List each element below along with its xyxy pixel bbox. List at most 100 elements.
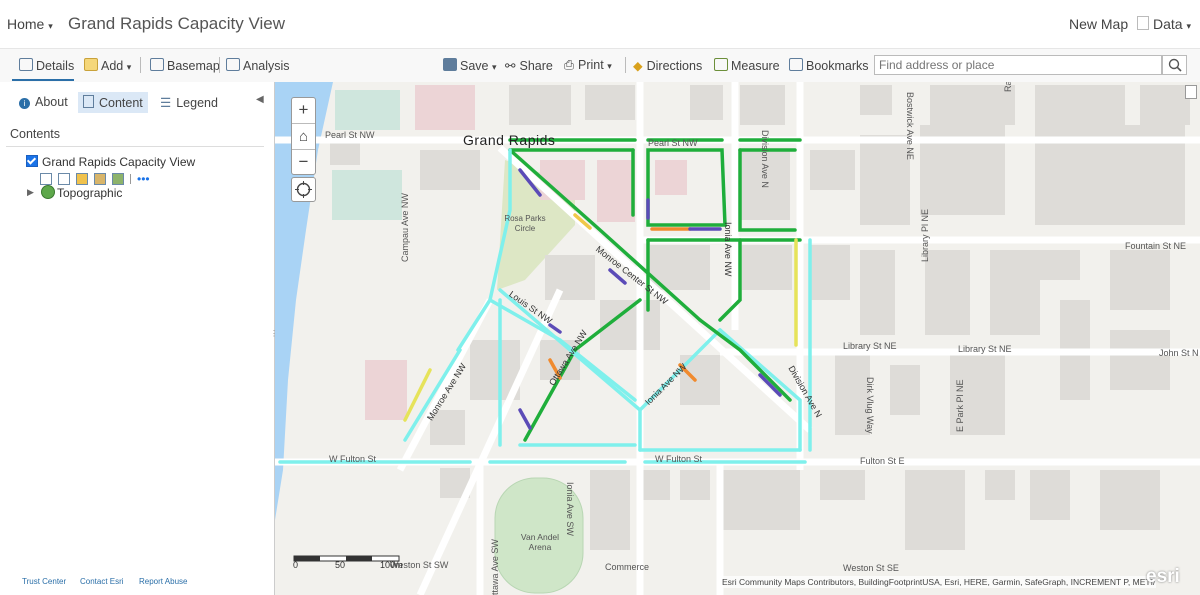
toolbar-divider [140,57,141,73]
chevron-down-icon: ▾ [607,61,612,71]
page-title: Grand Rapids Capacity View [68,14,286,33]
divider [6,146,264,147]
save-button[interactable]: Save ▾ [443,58,497,73]
park-area [332,170,402,220]
analysis-icon [226,58,240,71]
bookmarks-icon [789,58,803,71]
more-options-icon[interactable]: ••• [137,172,150,186]
print-icon: ⎙ [564,58,575,72]
analysis-button[interactable]: Analysis [226,58,290,73]
analysis-layer-icon[interactable] [112,172,124,185]
tab-about[interactable]: i About [14,92,73,112]
street-label: Library St NE [843,341,897,351]
chevron-down-icon: ▾ [491,62,497,72]
street-label: Weston St SE [843,563,899,573]
tab-content[interactable]: Content [78,92,148,113]
collapse-panel-icon[interactable]: ◀ [256,94,264,105]
chevron-down-icon: ▾ [1186,21,1191,31]
legend-icon: ☰ [160,96,172,110]
esri-logo: esri [1146,566,1180,587]
style-icon[interactable] [76,172,88,185]
home-menu[interactable]: Home ▾ [7,16,53,32]
street-label: W Fulton St [329,454,377,464]
zoom-control: + ⌂ − [291,97,316,175]
details-icon [19,58,33,71]
street-label: Fulton St E [860,456,905,466]
map-attribution: Esri Community Maps Contributors, Buildi… [718,576,1156,588]
globe-icon [41,185,55,199]
search-icon [1168,58,1182,72]
app-header: Home ▾ Grand Rapids Capacity View New Ma… [0,0,1200,48]
details-active-indicator [12,79,74,81]
park-area [335,90,400,130]
bookmarks-button[interactable]: Bookmarks [789,58,869,73]
basemap-button[interactable]: Basemap [150,58,220,73]
scale-label: 0 [293,560,299,570]
measure-button[interactable]: Measure [714,58,780,73]
toolbar: Details Add ▾ Basemap Analysis Save ▾ ⚯ S… [0,48,1200,83]
zoom-out-button[interactable]: − [292,150,315,175]
contact-esri-link[interactable]: Contact Esri [80,577,124,586]
street-label: Bostwick Ave NE [905,92,915,160]
layer-visibility-checkbox[interactable] [26,155,38,167]
scale-label: 100m [380,560,403,570]
legend-toggle-icon[interactable] [40,172,52,185]
info-icon: i [19,98,30,109]
toolbar-divider [625,57,626,73]
table-icon[interactable] [58,172,70,185]
street-label: Library St NE [958,344,1012,354]
content-icon [83,95,94,108]
measure-icon [714,58,728,71]
home-extent-button[interactable]: ⌂ [292,124,315,150]
basemap-icon [150,58,164,71]
trust-center-link[interactable]: Trust Center [22,577,66,586]
expand-arrow-icon[interactable]: ▶ [27,187,34,198]
street-label: Dirk Vlug Way [865,377,875,434]
details-button[interactable]: Details [19,58,74,73]
print-button[interactable]: ⎙ Print ▾ [564,58,612,73]
side-panel: i About Content ☰ Legend ◀ Contents Grand … [0,82,278,595]
street-label: Ottawa Ave SW [490,539,500,595]
street-label: Campau Ave NW [400,193,410,262]
street-label: Pearl St NW [648,138,698,148]
expand-map-icon[interactable] [1185,85,1197,99]
share-icon: ⚯ [505,59,516,73]
filter-icon[interactable] [94,172,106,185]
street-label: Ionia Ave NW [723,222,733,277]
report-abuse-link[interactable]: Report Abuse [139,577,187,586]
street-label: Pearl St NW [325,130,375,140]
contents-heading: Contents [10,127,61,141]
chevron-down-icon: ▾ [48,21,53,31]
add-icon [84,58,98,71]
locate-icon [295,181,312,198]
street-label: Commerce [605,562,650,572]
scale-label: 50 [335,560,346,570]
place-label: Van Andel Arena [520,532,560,552]
layer-name[interactable]: Grand Rapids Capacity View [42,155,195,169]
street-label: Library Pl NE [920,208,930,262]
home-icon: ⌂ [298,128,309,145]
street-label: John St N [1159,348,1199,358]
city-label: Grand Rapids [463,132,556,148]
directions-button[interactable]: ◆ Directions [633,58,702,73]
user-icon [1137,16,1149,30]
search-input[interactable] [874,55,1162,75]
toolbar-divider [219,57,220,73]
new-map-button[interactable]: New Map [1069,16,1128,32]
chevron-down-icon: ▾ [126,62,132,72]
add-button[interactable]: Add ▾ [84,58,131,73]
zoom-in-button[interactable]: + [292,98,315,124]
share-button[interactable]: ⚯ Share [505,58,553,73]
tab-legend[interactable]: ☰ Legend [155,92,223,113]
street-label: W Fulton St [655,454,703,464]
street-label: Fountain St NE [1125,241,1187,251]
data-menu[interactable]: Data ▾ [1137,16,1191,32]
locate-button[interactable] [291,177,316,202]
place-label: Rosa Parks Circle [504,214,546,233]
street-label: E Park Pl NE [955,379,965,432]
search-button[interactable] [1162,55,1187,75]
basemap-layer-name[interactable]: Topographic [57,186,122,200]
map-view[interactable]: Grand Rapids Pearl St NW Pearl St NW Div… [275,82,1200,595]
save-icon [443,58,457,71]
street-label: Division Ave N [760,130,770,188]
